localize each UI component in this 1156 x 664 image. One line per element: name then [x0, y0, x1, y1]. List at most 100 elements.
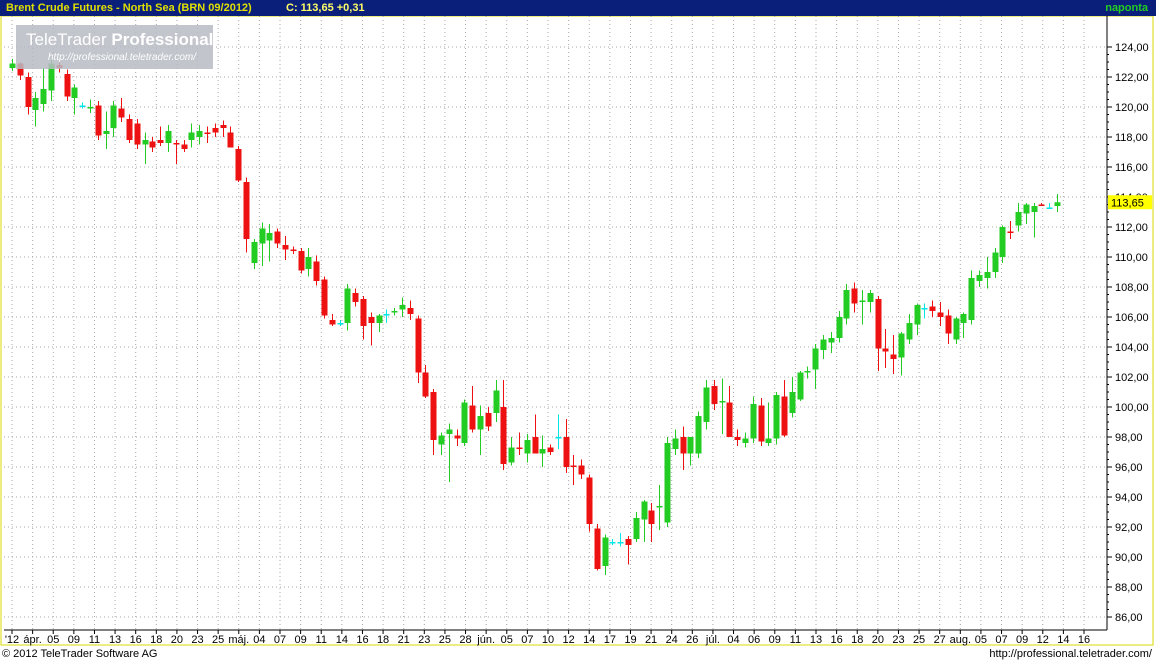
candle [71, 84, 78, 115]
candle [726, 386, 733, 437]
candle-body [1007, 231, 1014, 233]
candle-body [313, 261, 320, 281]
candle [1046, 203, 1053, 209]
y-tick-label: 86,00 [1115, 612, 1143, 624]
candle-body [142, 140, 149, 145]
candle-body [594, 528, 601, 569]
candle [415, 315, 422, 383]
period-label: naponta [1105, 2, 1148, 14]
candle-body [415, 318, 422, 373]
candle [313, 255, 320, 286]
candle [438, 432, 445, 455]
candle [882, 329, 889, 368]
candle-body [726, 402, 733, 437]
y-tick-label: 98,00 [1115, 432, 1143, 444]
candle-body [898, 333, 905, 358]
candle-body [945, 315, 952, 334]
candle-body [921, 308, 928, 310]
candle-body [71, 87, 78, 98]
candle-body [984, 272, 991, 278]
candle [594, 524, 601, 571]
candle-body [687, 437, 694, 454]
candle-body [181, 144, 188, 149]
candle [765, 402, 772, 446]
candle [828, 332, 835, 353]
candle [251, 239, 258, 269]
x-tick-label: 09 [1016, 634, 1028, 646]
candle-body [196, 131, 203, 137]
candle-body [789, 392, 796, 413]
candle [804, 366, 811, 379]
candle [1054, 194, 1061, 212]
candle [867, 290, 874, 313]
candle [344, 284, 351, 331]
candle [282, 236, 289, 260]
y-tick-label: 94,00 [1115, 492, 1143, 504]
candle [95, 101, 102, 140]
candle [360, 296, 367, 340]
candle [820, 335, 827, 359]
candle [781, 380, 788, 437]
candle-body [547, 447, 554, 452]
chart-title-bar: Brent Crude Futures - North Sea (BRN 09/… [0, 0, 1156, 16]
footer-url[interactable]: http://professional.teletrader.com/ [989, 648, 1152, 660]
x-tick-label: 17 [604, 634, 616, 646]
candle [204, 126, 211, 143]
candle [110, 101, 117, 137]
candle-body [633, 518, 640, 539]
candle-body [609, 542, 616, 544]
candle-body [40, 89, 47, 104]
candle [446, 423, 453, 482]
x-tick-label: 14 [583, 634, 595, 646]
candle [672, 429, 679, 455]
x-tick-label: 16 [130, 634, 142, 646]
y-tick-label: 96,00 [1115, 462, 1143, 474]
candle [157, 126, 164, 146]
candle [734, 429, 741, 446]
x-tick-label: 19 [624, 634, 636, 646]
candle-body [251, 242, 258, 263]
candle [485, 407, 492, 431]
candle [422, 365, 429, 398]
candle [259, 222, 266, 266]
watermark-url: http://professional.teletrader.com/ [48, 52, 197, 63]
candle [118, 98, 125, 122]
candle-body [383, 314, 390, 316]
candles [9, 59, 1061, 575]
x-tick-label: 25 [212, 634, 224, 646]
x-tick-label: aug. [950, 634, 971, 646]
candle [1007, 221, 1014, 239]
candle [149, 137, 156, 152]
candle [609, 539, 616, 545]
x-tick-label: 23 [191, 634, 203, 646]
candle [32, 92, 39, 127]
y-tick-label: 110,00 [1115, 252, 1148, 264]
candle-body [360, 299, 367, 326]
candle [711, 380, 718, 410]
candle-body [134, 123, 141, 145]
x-tick-label: 26 [686, 634, 698, 646]
candle [500, 380, 507, 470]
candle [570, 455, 577, 485]
candle [953, 317, 960, 344]
candle-body [103, 131, 110, 134]
y-tick-label: 124,00 [1115, 42, 1149, 54]
candle-body [586, 477, 593, 524]
candle [391, 308, 398, 316]
candlestick-chart[interactable]: 86,00 88,00 90,00 92,00 94,00 96,00 98,00 100,0… [0, 16, 1156, 647]
x-tick-label: 13 [810, 634, 822, 646]
candle [165, 125, 172, 152]
candle-body [711, 386, 718, 404]
candle [742, 432, 749, 448]
candle [578, 459, 585, 479]
candle-body [461, 402, 468, 443]
x-tick-label: 27 [934, 634, 946, 646]
x-tick-label: 07 [274, 634, 286, 646]
candle-body [110, 105, 117, 128]
candle-body [843, 290, 850, 319]
candle-body [1038, 204, 1045, 206]
candle-body [765, 438, 772, 443]
candle-body [625, 539, 632, 545]
candle [921, 303, 928, 319]
candle-body [781, 396, 788, 436]
